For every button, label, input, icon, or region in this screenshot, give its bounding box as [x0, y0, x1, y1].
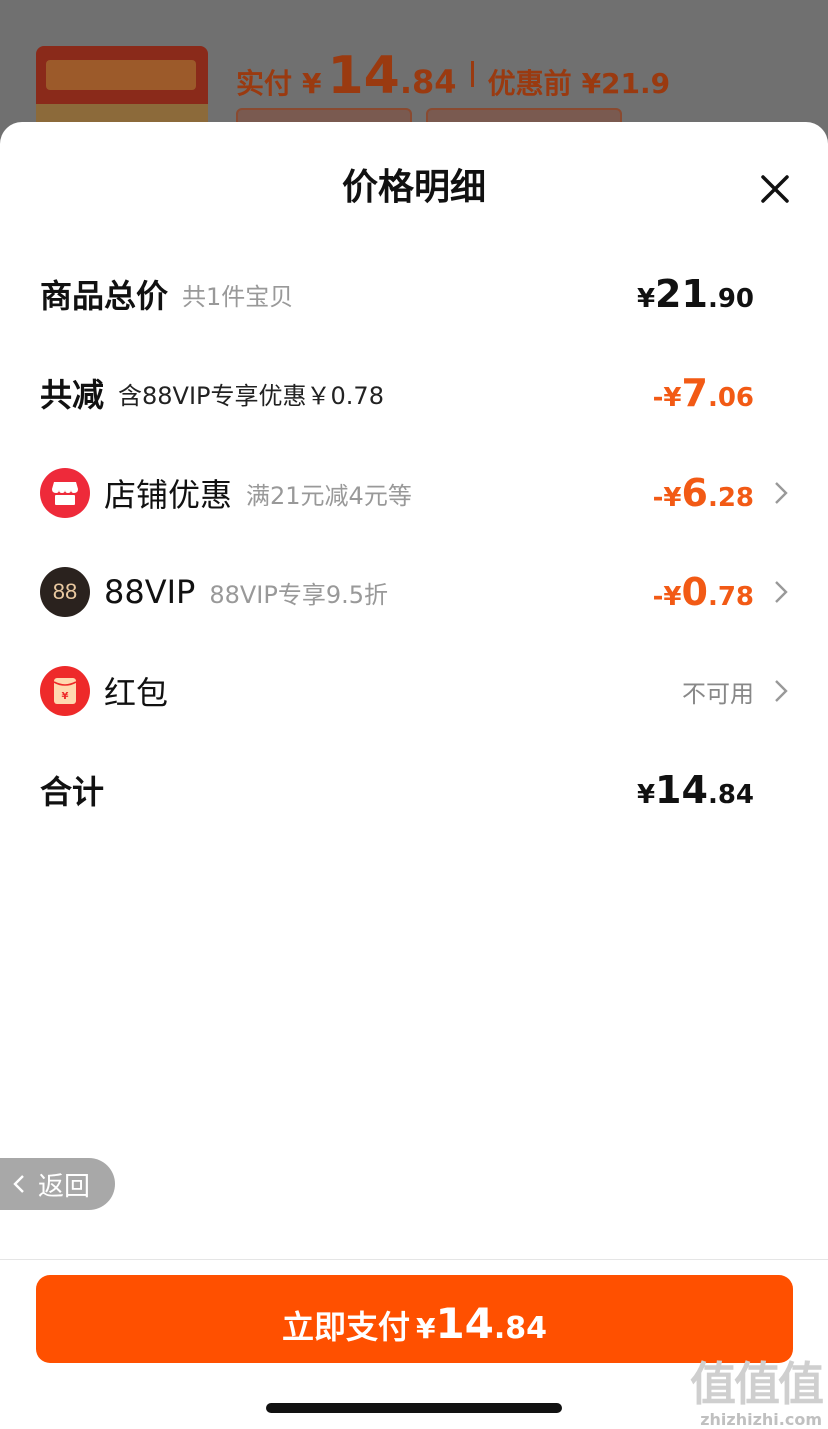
bg-price-separator	[470, 61, 474, 87]
row-shop-discount[interactable]: 店铺优惠 满21元减4元等 -¥ 6 .28	[40, 463, 790, 523]
vip-discount-sub: 88VIP专享9.5折	[209, 580, 389, 609]
chevron-left-icon	[13, 1175, 24, 1193]
amount-int: 6	[681, 471, 708, 515]
shop-discount-label: 店铺优惠	[104, 476, 233, 514]
footer-divider	[0, 1259, 828, 1260]
sheet-title: 价格明细	[341, 167, 486, 208]
back-button-label: 返回	[38, 1171, 91, 1202]
amount-dec: .78	[707, 582, 754, 612]
close-icon	[761, 175, 789, 203]
watermark: 值值值 zhizhizhi.com	[676, 1348, 824, 1429]
watermark-logo: 值值值	[690, 1357, 824, 1411]
sum-label: 合计	[40, 773, 105, 811]
vip-88-icon: 88	[40, 567, 90, 617]
red-packet-icon: ¥	[40, 666, 90, 716]
home-indicator[interactable]	[266, 1403, 562, 1413]
chevron-right-icon	[775, 680, 788, 702]
vip-discount-amount: -¥ 0 .78	[653, 570, 754, 614]
sum-amount: ¥ 14 .84	[637, 768, 754, 812]
shop-discount-sub: 满21元减4元等	[246, 481, 412, 510]
price-detail-sheet: 价格明细 商品总价 共1件宝贝 ¥ 21 .90 共减 含88VIP专享优惠￥0…	[0, 122, 828, 1429]
row-total-discount: 共减 含88VIP专享优惠￥0.78 -¥ 7 .06	[40, 363, 790, 423]
red-packet-label: 红包	[104, 674, 169, 712]
background-product-header: 实付 ¥ 14 .84 优惠前 ¥21.9	[0, 0, 828, 156]
total-price-label: 商品总价	[40, 277, 169, 315]
bg-price-dec: .84	[399, 63, 457, 101]
bg-price-yen: ¥	[302, 67, 322, 100]
pay-button-yen: ¥	[415, 1312, 436, 1345]
bg-price-label: 实付	[236, 67, 293, 100]
shop-discount-amount: -¥ 6 .28	[653, 471, 754, 515]
bg-original-label: 优惠前	[487, 67, 572, 100]
total-price-amount: ¥ 21 .90	[637, 272, 754, 316]
pay-button-int: 14	[435, 1299, 494, 1348]
amount-dec: .84	[707, 780, 754, 810]
total-price-sub: 共1件宝贝	[182, 282, 294, 311]
red-packet-status: 不可用	[682, 679, 754, 708]
back-button[interactable]: 返回	[0, 1158, 115, 1210]
vip-discount-label: 88VIP	[104, 573, 196, 611]
chevron-right-icon	[775, 581, 788, 603]
amount-yen: ¥	[636, 284, 656, 314]
shop-icon	[40, 468, 90, 518]
pay-button-label: 立即支付	[281, 1308, 410, 1346]
amount-int: 14	[655, 768, 708, 812]
amount-int: 7	[681, 371, 708, 415]
row-sum: 合计 ¥ 14 .84	[40, 760, 790, 820]
svg-text:¥: ¥	[62, 691, 69, 702]
amount-dec: .28	[707, 483, 754, 513]
background-price: 实付 ¥ 14 .84 优惠前 ¥21.9	[236, 46, 671, 106]
amount-dec: .90	[707, 284, 754, 314]
amount-yen: -¥	[652, 483, 682, 513]
chevron-right-icon	[775, 482, 788, 504]
amount-int: 0	[681, 570, 708, 614]
close-button[interactable]	[754, 168, 796, 210]
row-total-price: 商品总价 共1件宝贝 ¥ 21 .90	[40, 264, 790, 324]
total-discount-label: 共减	[40, 376, 105, 414]
amount-yen: -¥	[652, 582, 682, 612]
amount-yen: ¥	[636, 780, 656, 810]
total-discount-sub: 含88VIP专享优惠￥0.78	[118, 381, 384, 410]
amount-yen: -¥	[652, 383, 682, 413]
row-red-packet[interactable]: ¥ 红包 不可用	[40, 661, 790, 721]
bg-price-int: 14	[327, 46, 400, 106]
amount-int: 21	[655, 272, 708, 316]
row-vip-discount[interactable]: 88 88VIP 88VIP专享9.5折 -¥ 0 .78	[40, 562, 790, 622]
bg-original-price: ¥21.9	[581, 67, 671, 100]
amount-dec: .06	[707, 383, 754, 413]
total-discount-amount: -¥ 7 .06	[653, 371, 754, 415]
pay-button-dec: .84	[493, 1311, 548, 1346]
